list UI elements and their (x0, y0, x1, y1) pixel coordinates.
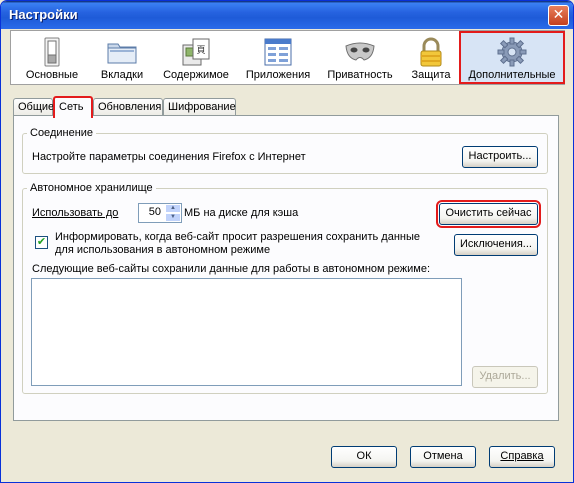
toolbar-item-label: Содержимое (163, 69, 229, 81)
connection-settings-button[interactable]: Настроить... (462, 146, 538, 168)
toolbar-item-label: Вкладки (100, 69, 144, 81)
tab-label: Общие (18, 101, 55, 113)
button-label: Удалить... (479, 370, 531, 382)
exceptions-button[interactable]: Исключения... (454, 234, 538, 256)
spinner-arrows: ▲ ▼ (165, 204, 181, 222)
button-label: Отмена (423, 450, 463, 462)
cancel-button[interactable]: Отмена (410, 446, 476, 468)
toolbar-item-label: Приложения (245, 69, 311, 81)
ok-button[interactable]: ОК (331, 446, 397, 468)
cache-use-label: Использовать до (32, 207, 118, 219)
connection-legend: Соединение (30, 127, 94, 139)
svg-text:頁: 頁 (196, 45, 205, 56)
offline-sites-label: Следующие веб-сайты сохранили данные для… (32, 263, 431, 275)
cache-use-label-text: Использовать до (32, 207, 119, 219)
button-label: Справка (500, 450, 544, 462)
mask-icon (345, 42, 375, 61)
notify-offline-label-line1: Информировать, когда веб-сайт просит раз… (55, 231, 420, 243)
remove-button[interactable]: Удалить... (472, 366, 538, 388)
close-icon[interactable]: ✕ (548, 5, 569, 26)
clear-now-button[interactable]: Очистить сейчас (436, 200, 541, 228)
content-icon: 頁 (182, 38, 210, 66)
tab-general[interactable]: Общие (13, 98, 55, 116)
tab-label: Обновления (98, 101, 162, 113)
toolbar-item-label: Дополнительные (468, 69, 556, 81)
cache-suffix-label: МБ на диске для кэша (184, 207, 299, 219)
toolbar-item-label: Защита (411, 69, 451, 81)
offline-sites-list[interactable] (31, 278, 462, 386)
tab-updates[interactable]: Обновления (93, 98, 163, 116)
toolbar-item-label: Приватность (327, 69, 393, 81)
padlock-icon (420, 37, 442, 67)
tab-label: Сеть (59, 101, 84, 113)
preferences-window: Настройки ✕ Основные Вкладки 頁 Содержимо… (0, 0, 574, 483)
help-button[interactable]: Справка (489, 446, 555, 468)
toolbar-item-privacy[interactable]: Приватность (319, 31, 401, 84)
title-bar[interactable]: Настройки ✕ (1, 1, 573, 29)
tab-label: Шифрование (168, 101, 236, 113)
toolbar-item-content[interactable]: 頁 Содержимое (155, 31, 237, 84)
spinner-up-icon[interactable]: ▲ (165, 204, 181, 213)
folder-tabs-icon (107, 43, 137, 64)
toolbar-item-tabs[interactable]: Вкладки (89, 31, 155, 84)
applications-icon (264, 38, 292, 66)
toolbar-item-main[interactable]: Основные (15, 31, 89, 84)
gear-icon (497, 37, 527, 67)
toolbar-item-applications[interactable]: Приложения (237, 31, 319, 84)
tab-encryption[interactable]: Шифрование (163, 98, 236, 116)
toolbar-item-label: Основные (25, 69, 79, 81)
notify-offline-checkbox[interactable]: ✔ (35, 236, 48, 249)
toolbar-item-advanced[interactable]: Дополнительные (459, 31, 565, 84)
offline-storage-legend: Автономное хранилище (30, 182, 153, 194)
button-label: ОК (356, 450, 372, 462)
switch-icon (44, 37, 60, 67)
notify-offline-label-line2: для использования в автономном режиме (55, 244, 271, 256)
tab-network[interactable]: Сеть (53, 96, 93, 118)
button-label: Настроить... (468, 150, 532, 162)
category-toolbar: Основные Вкладки 頁 Содержимое Приложения… (10, 30, 565, 85)
connection-description: Настройте параметры соединения Firefox с… (32, 151, 306, 163)
cache-size-spinner[interactable]: 50 ▲ ▼ (138, 203, 182, 223)
cache-size-value: 50 (148, 206, 161, 218)
button-label: Очистить сейчас (445, 207, 532, 219)
spinner-down-icon[interactable]: ▼ (165, 213, 181, 222)
toolbar-item-security[interactable]: Защита (401, 31, 461, 84)
button-label: Исключения... (460, 238, 532, 250)
window-title: Настройки (9, 7, 78, 22)
